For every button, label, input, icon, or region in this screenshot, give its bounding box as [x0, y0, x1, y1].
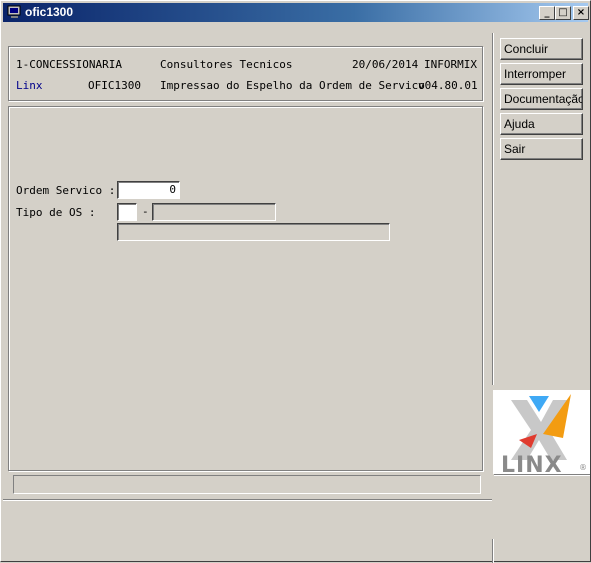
linx-logo: LINX ®	[493, 390, 590, 478]
tipo-os-separator: -	[142, 205, 149, 218]
program-code: OFIC1300	[88, 79, 141, 92]
program-description: Impressao do Espelho da Ordem de Servico	[160, 79, 425, 92]
right-separator	[492, 33, 494, 385]
application-window: ofic1300 _ □ × 1-CONCESSIONARIA Consulto…	[0, 0, 591, 563]
logo-text: LINX	[501, 453, 563, 474]
ordem-servico-input[interactable]: 0	[117, 181, 180, 199]
logo-separator	[494, 474, 590, 476]
tipo-os-extra-field	[117, 223, 390, 241]
maximize-button[interactable]: □	[555, 6, 571, 20]
interromper-button[interactable]: Interromper	[500, 63, 583, 85]
program-version: v04.80.01	[418, 79, 478, 92]
database-name: INFORMIX	[424, 58, 477, 71]
concluir-button[interactable]: Concluir	[500, 38, 583, 60]
linx-logo-graphic: LINX ®	[501, 394, 587, 478]
current-date: 20/06/2014	[352, 58, 419, 71]
close-button[interactable]: ×	[573, 6, 589, 20]
tipo-os-label: Tipo de OS :	[16, 206, 96, 219]
tipo-os-code-input[interactable]	[117, 203, 137, 221]
company-name: 1-CONCESSIONARIA	[16, 58, 122, 71]
ordem-servico-label: Ordem Servico :	[16, 184, 116, 197]
header-panel: 1-CONCESSIONARIA Consultores Tecnicos 20…	[8, 46, 483, 101]
form-panel: Ordem Servico : 0 Tipo de OS : -	[8, 106, 483, 471]
title-bar[interactable]: ofic1300 _ □ ×	[3, 3, 589, 22]
app-icon	[7, 5, 21, 18]
sair-button[interactable]: Sair	[500, 138, 583, 160]
status-bar	[13, 475, 481, 494]
logo-registered: ®	[579, 463, 587, 472]
module-name: Consultores Tecnicos	[160, 58, 293, 71]
documentacao-button[interactable]: Documentação	[500, 88, 583, 110]
right-separator-bottom	[492, 539, 494, 563]
window-title: ofic1300	[25, 5, 74, 19]
minimize-button[interactable]: _	[539, 6, 555, 20]
tipo-os-description-field	[152, 203, 276, 221]
bottom-separator	[3, 499, 492, 501]
brand-label: Linx	[16, 79, 43, 92]
ajuda-button[interactable]: Ajuda	[500, 113, 583, 135]
